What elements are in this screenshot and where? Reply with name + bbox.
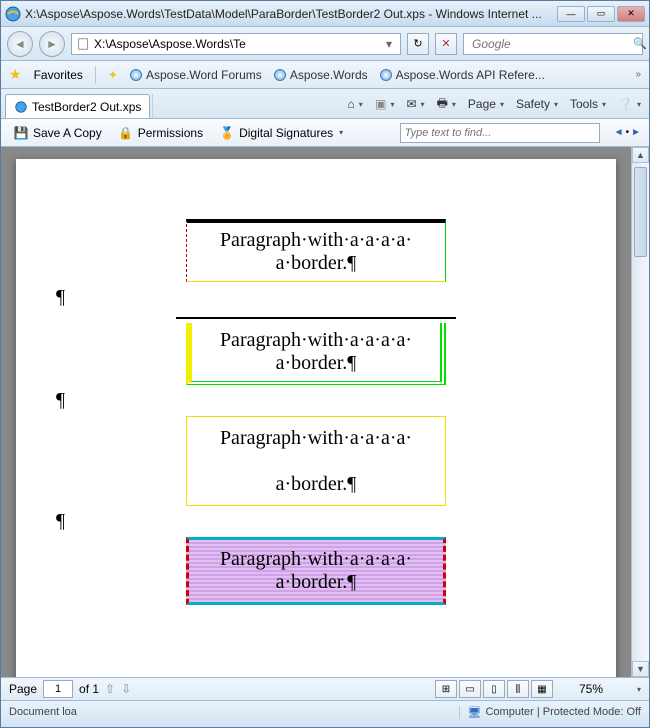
favorites-overflow[interactable]: » [635,69,641,80]
lock-icon: 🔒 [118,125,134,141]
view-whole-button[interactable]: ▯ [483,680,505,698]
scroll-thumb[interactable] [634,167,647,257]
rss-icon: ▣ [375,97,386,111]
paragraph-1: Paragraph·with·a·a·a·a· a·border.¶ [186,219,446,282]
view-actual-button[interactable]: ⊞ [435,680,457,698]
page-1: Paragraph·with·a·a·a·a· a·border.¶ ¶ Par… [16,159,616,677]
ie-icon [5,6,21,22]
refresh-button[interactable]: ↻ [407,33,429,55]
xps-toolbar: 💾 Save A Copy 🔒 Permissions 🏅 Digital Si… [1,119,649,147]
fav-link-api[interactable]: Aspose.Words API Refere... [380,68,545,82]
favorites-label[interactable]: Favorites [34,68,83,82]
status-bar: Document loa 🖥 Computer | Protected Mode… [1,701,649,723]
zone-icon: 🖥 [468,706,482,719]
view-width-button[interactable]: ▭ [459,680,481,698]
tab-testborder[interactable]: TestBorder2 Out.xps [5,94,150,118]
favorites-extra-icon[interactable]: ✦ [108,68,118,82]
page-label: Page [9,682,37,696]
save-copy-button[interactable]: 💾 Save A Copy [9,123,106,143]
address-bar[interactable]: ▾ [71,33,401,55]
window-titlebar: X:\Aspose\Aspose.Words\TestData\Model\Pa… [1,1,649,27]
window-title: X:\Aspose\Aspose.Words\TestData\Model\Pa… [25,7,557,21]
paragraph-mark: ¶ [46,510,306,533]
permissions-button[interactable]: 🔒 Permissions [114,123,207,143]
home-icon: ⌂ [347,97,354,111]
paragraph-2: Paragraph·with·a·a·a·a· a·border.¶ [186,323,446,385]
find-menu[interactable]: • [626,127,630,138]
signatures-button[interactable]: 🏅 Digital Signatures ▾ [215,123,347,143]
scroll-down-button[interactable]: ▼ [632,661,649,677]
tab-label: TestBorder2 Out.xps [32,100,141,114]
forward-button[interactable]: ► [39,31,65,57]
document-canvas[interactable]: Paragraph·with·a·a·a·a· a·border.¶ ¶ Par… [1,147,631,677]
find-next[interactable]: ► [631,127,641,138]
print-icon: 🖶 [437,94,448,115]
aspose-icon [130,69,142,81]
paragraph-4: Paragraph·with·a·a·a·a· a·border.¶ [186,537,446,605]
ie-icon [14,100,28,114]
view-two-button[interactable]: ⫼ [507,680,529,698]
status-zone: Computer | Protected Mode: Off [485,706,641,718]
navigation-bar: ◄ ► ▾ ↻ ✕ 🔍 [1,27,649,61]
back-button[interactable]: ◄ [7,31,33,57]
close-button[interactable]: ✕ [617,6,645,22]
home-button[interactable]: ⌂▾ [343,93,367,115]
help-icon: ❔ [618,97,633,111]
mail-icon: ✉ [406,97,416,111]
favorites-star-icon[interactable]: ★ [9,66,22,83]
paragraph-3: Paragraph·with·a·a·a·a· a·border.¶ [186,416,446,506]
search-button[interactable]: 🔍 [633,37,647,50]
status-loading: Document loa [9,706,77,718]
page-down-button[interactable]: ⇩ [121,682,131,696]
minimize-button[interactable]: — [557,6,585,22]
page-icon [76,37,90,51]
page-number-input[interactable] [43,680,73,698]
stop-button[interactable]: ✕ [435,33,457,55]
pager-bar: Page of 1 ⇧ ⇩ ⊞ ▭ ▯ ⫼ ▦ 75% ▾ [1,677,649,701]
feeds-button[interactable]: ▣▾ [371,93,398,115]
tab-bar: TestBorder2 Out.xps ⌂▾ ▣▾ ✉▾ 🖶▾ Page▾ Sa… [1,89,649,119]
address-input[interactable] [94,37,378,51]
aspose-icon [380,69,392,81]
view-thumb-button[interactable]: ▦ [531,680,553,698]
paragraph-2-top-border [176,313,456,323]
aspose-icon [274,69,286,81]
page-up-button[interactable]: ⇧ [105,682,115,696]
disk-icon: 💾 [13,125,29,141]
find-box[interactable] [400,123,600,143]
help-button[interactable]: ❔▾ [614,93,645,115]
safety-menu[interactable]: Safety▾ [512,93,562,115]
tools-menu[interactable]: Tools▾ [566,93,610,115]
fav-link-forums[interactable]: Aspose.Word Forums [130,68,262,82]
paragraph-mark: ¶ [46,389,306,412]
print-button[interactable]: 🖶▾ [433,93,460,115]
vertical-scrollbar[interactable]: ▲ ▼ [631,147,649,677]
ribbon-icon: 🏅 [219,125,235,141]
maximize-button[interactable]: ▭ [587,6,615,22]
page-total: of 1 [79,682,99,696]
new-tab-button[interactable] [152,94,170,118]
find-prev[interactable]: ◄ [614,127,624,138]
fav-link-words[interactable]: Aspose.Words [274,68,368,82]
find-input[interactable] [405,127,595,139]
scroll-up-button[interactable]: ▲ [632,147,649,163]
page-menu[interactable]: Page▾ [464,93,508,115]
paragraph-2-wrap: Paragraph·with·a·a·a·a· a·border.¶ [176,313,456,385]
search-input[interactable] [472,37,629,51]
address-dropdown[interactable]: ▾ [382,37,396,51]
zoom-value[interactable]: 75% [579,682,629,696]
search-box[interactable]: 🔍 [463,33,643,55]
zoom-dropdown[interactable]: ▾ [637,685,641,694]
favorites-bar: ★ Favorites ✦ Aspose.Word Forums Aspose.… [1,61,649,89]
paragraph-mark: ¶ [46,286,306,309]
mail-button[interactable]: ✉▾ [402,93,428,115]
document-viewport: Paragraph·with·a·a·a·a· a·border.¶ ¶ Par… [1,147,649,677]
